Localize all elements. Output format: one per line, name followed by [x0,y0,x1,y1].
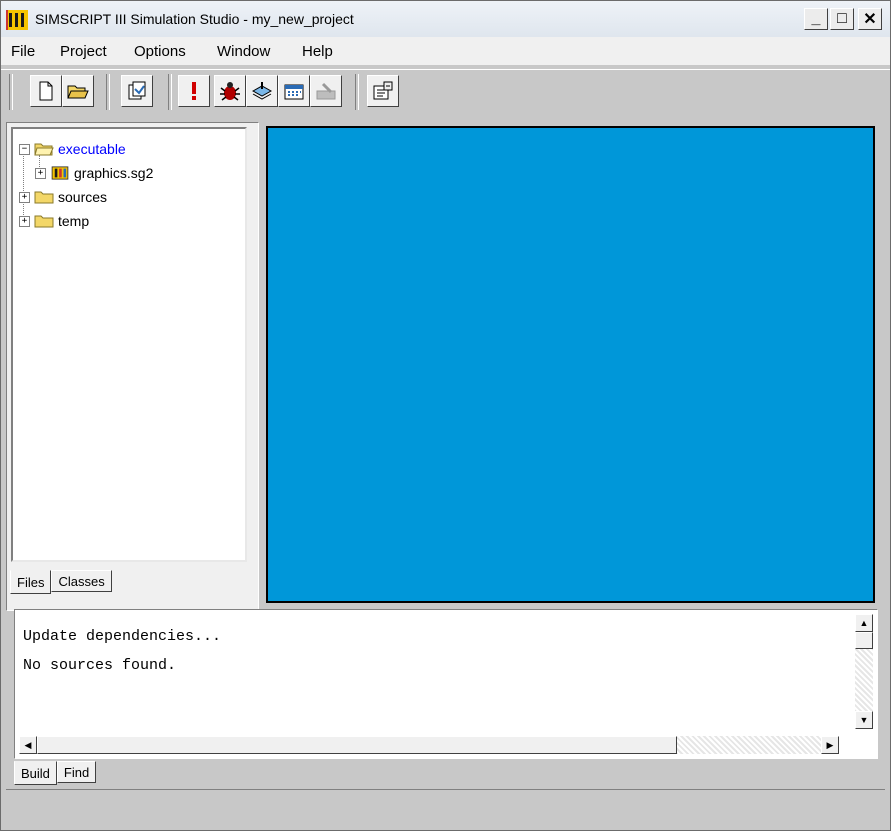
tab-classes[interactable]: Classes [51,570,112,592]
folder-icon [34,215,54,228]
minimize-button[interactable]: _ [804,8,828,30]
menu-file[interactable]: File [11,43,35,60]
window-title: SIMSCRIPT III Simulation Studio - my_new… [35,11,354,27]
arrow-down-icon: ▼ [859,715,869,725]
tree-item-label: temp [58,213,90,229]
output-log: Update dependencies... No sources found. [23,622,221,680]
scroll-left-button[interactable]: ◀ [19,736,37,754]
toolbar-separator [106,74,110,110]
settings-icon [373,81,393,100]
tree-item-label: sources [58,189,108,205]
expand-icon[interactable]: + [19,215,30,227]
properties-icon [128,81,146,100]
app-icon [6,10,28,30]
output-line: Update dependencies... [23,628,222,645]
settings-button[interactable] [367,75,399,107]
new-file-icon [39,81,53,101]
arrow-left-icon: ◀ [24,739,32,750]
horizontal-scrollbar[interactable]: ◀ ▶ [19,736,839,754]
tree-item-graphics[interactable]: + graphics.sg2 [35,163,153,183]
graphics-canvas[interactable] [266,126,875,603]
tree-item-sources[interactable]: + sources [19,187,107,207]
run-button[interactable] [178,75,210,107]
properties-button[interactable] [121,75,153,107]
toolbar-separator [9,74,13,110]
toolbar [1,69,890,118]
disabled-tool-icon [316,82,336,100]
schedule-button[interactable] [278,75,310,107]
toolbar-separator [168,74,172,110]
tree-item-temp[interactable]: + temp [19,211,89,231]
maximize-icon: □ [837,10,847,27]
project-pane: − executable + graphics.sg2 + sources + … [6,122,259,611]
project-tree[interactable]: − executable + graphics.sg2 + sources + … [11,127,247,562]
tab-files[interactable]: Files [10,570,52,594]
vertical-scroll-thumb[interactable] [855,632,873,649]
debug-bug-icon [220,82,240,101]
run-icon [192,82,196,100]
menu-project[interactable]: Project [60,43,107,60]
horizontal-scroll-thumb[interactable] [37,736,677,754]
tree-item-label: executable [58,141,126,157]
close-button[interactable]: ✕ [858,8,882,30]
menu-options[interactable]: Options [134,43,186,60]
expand-icon[interactable]: + [35,167,46,179]
graphics-file-icon [51,166,69,180]
scroll-right-button[interactable]: ▶ [821,736,839,754]
build-button[interactable] [246,75,278,107]
application-window: SIMSCRIPT III Simulation Studio - my_new… [0,0,891,831]
tab-build[interactable]: Build [14,761,57,785]
close-icon: ✕ [863,11,877,28]
open-button[interactable] [62,75,94,107]
status-bar [6,789,885,814]
build-icon [251,82,273,100]
disabled-tool-button[interactable] [310,75,342,107]
output-panel[interactable]: Update dependencies... No sources found.… [14,609,878,759]
menu-help[interactable]: Help [302,43,333,60]
open-folder-icon [34,143,54,156]
tree-item-label: graphics.sg2 [74,165,154,181]
tree-item-executable[interactable]: − executable [19,139,126,159]
vertical-scrollbar[interactable]: ▲ ▼ [855,614,873,729]
left-tabstrip: Files Classes [10,570,112,594]
scroll-down-button[interactable]: ▼ [855,711,873,729]
debug-button[interactable] [214,75,246,107]
expand-icon[interactable]: + [19,191,30,203]
open-folder-icon [67,85,89,99]
calendar-icon [284,84,304,100]
menu-bar: File Project Options Window Help [1,37,890,65]
toolbar-separator [355,74,359,110]
menu-window[interactable]: Window [217,43,270,60]
new-file-button[interactable] [30,75,62,107]
maximize-button[interactable]: □ [830,8,854,30]
output-line: No sources found. [23,657,177,674]
bottom-tabstrip: Build Find [14,761,97,785]
minimize-icon: _ [811,10,821,27]
collapse-icon[interactable]: − [19,143,30,155]
title-bar[interactable]: SIMSCRIPT III Simulation Studio - my_new… [1,1,890,37]
tab-find[interactable]: Find [56,761,97,783]
folder-icon [34,191,54,204]
scroll-up-button[interactable]: ▲ [855,614,873,632]
arrow-up-icon: ▲ [859,618,869,628]
arrow-right-icon: ▶ [826,739,834,750]
